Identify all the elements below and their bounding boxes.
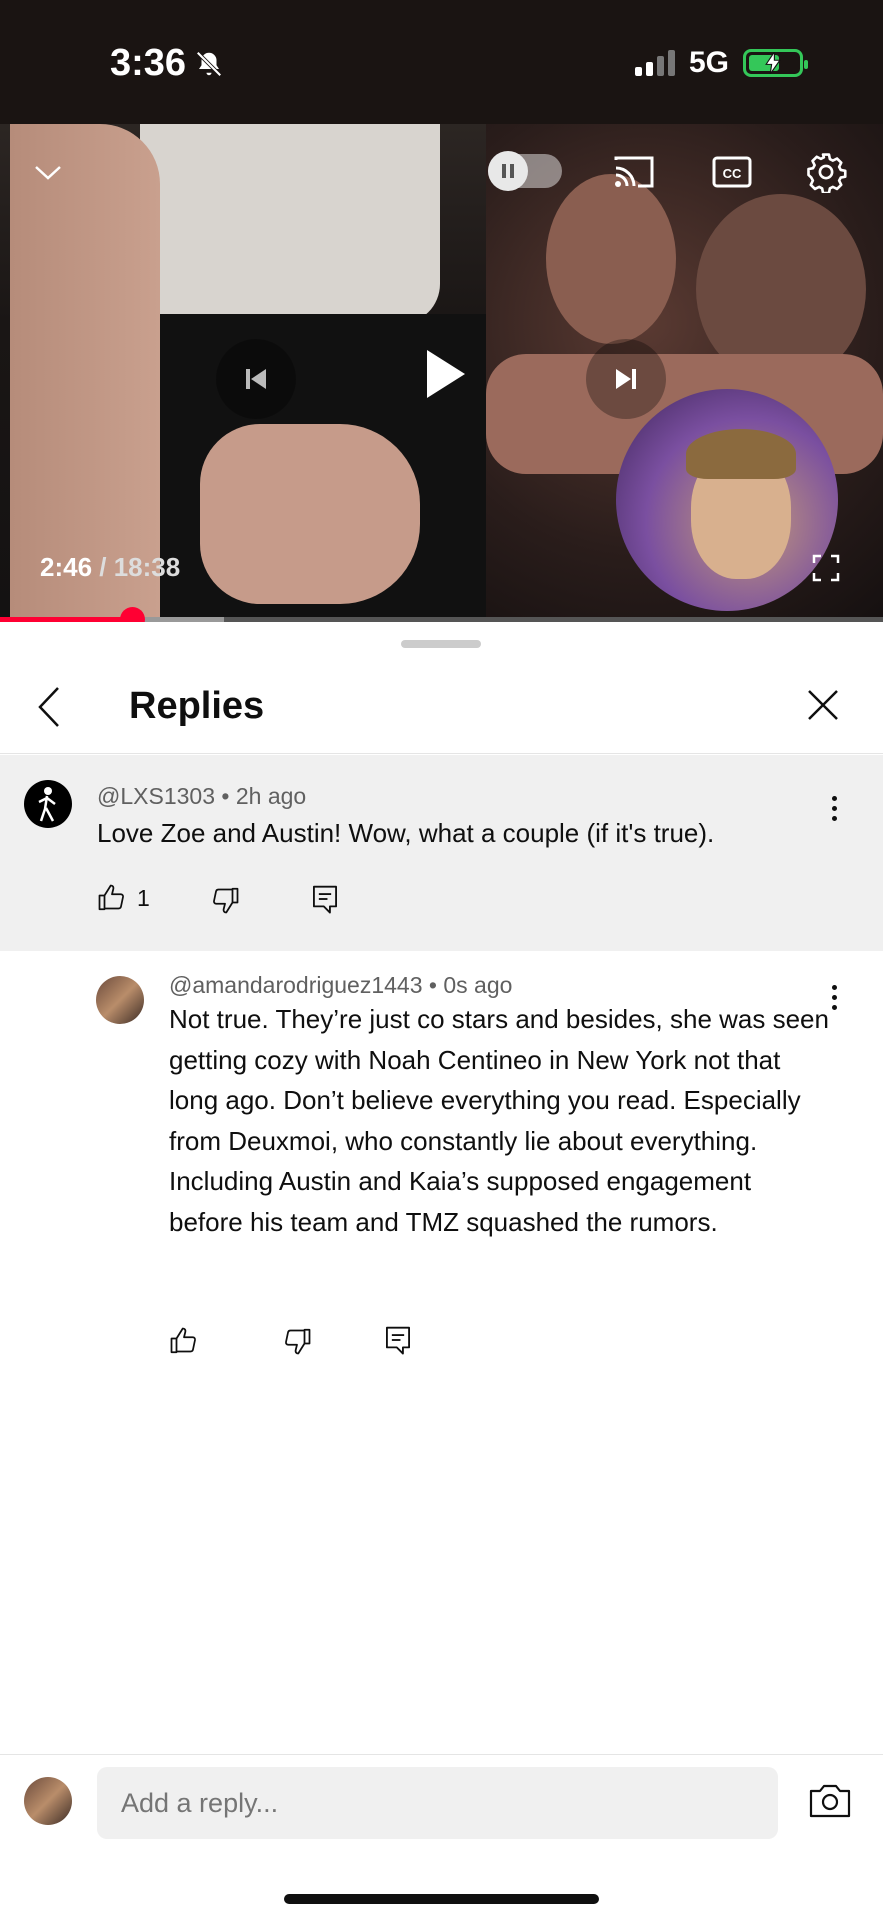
thumbs-down-icon	[285, 1328, 311, 1355]
comment-author[interactable]: @amandarodriguez1443	[169, 972, 423, 998]
play-icon	[427, 350, 465, 398]
reply-input[interactable]	[97, 1767, 778, 1839]
meta-dot: •	[221, 783, 236, 809]
signal-icon	[634, 50, 675, 76]
fullscreen-icon	[812, 554, 840, 582]
cc-icon: CC	[712, 156, 752, 188]
sheet-header: Replies	[0, 652, 883, 754]
fullscreen-button[interactable]	[808, 550, 844, 586]
thumbs-down-icon	[213, 887, 239, 914]
network-label: 5G	[688, 46, 729, 79]
avatar[interactable]	[24, 780, 72, 828]
status-time: 3:36	[110, 42, 187, 84]
more-vertical-icon	[831, 795, 837, 821]
svg-text:CC: CC	[723, 166, 742, 181]
skip-next-icon	[616, 369, 636, 389]
avatar	[24, 1777, 72, 1825]
dislike-button[interactable]	[210, 885, 240, 915]
camera-icon	[809, 1784, 851, 1818]
next-video-button[interactable]	[586, 339, 666, 419]
comment-text: Love Zoe and Austin! Wow, what a couple …	[97, 818, 715, 848]
reply-button[interactable]	[383, 1324, 413, 1356]
cast-button[interactable]	[610, 148, 658, 196]
time-separator: /	[92, 552, 114, 582]
close-button[interactable]	[806, 688, 846, 728]
drag-handle[interactable]	[401, 640, 481, 648]
home-indicator[interactable]	[284, 1894, 599, 1904]
thumbs-up-icon	[170, 1327, 196, 1354]
camera-button[interactable]	[808, 1783, 852, 1823]
dislike-button[interactable]	[282, 1326, 312, 1356]
total-time: 18:38	[113, 552, 181, 582]
meta-dot: •	[428, 972, 444, 998]
reply-bar	[0, 1754, 883, 1854]
like-button[interactable]: 1	[97, 883, 150, 913]
close-icon	[808, 690, 838, 720]
comment-time: 2h ago	[235, 783, 307, 809]
back-button[interactable]	[36, 682, 76, 732]
comment-more-button[interactable]	[819, 977, 849, 1017]
status-bar: 3:36 5G	[0, 0, 883, 124]
comment-icon	[386, 1326, 410, 1355]
previous-video-button[interactable]	[216, 339, 296, 419]
autoplay-toggle[interactable]	[488, 151, 562, 191]
current-time: 2:46	[40, 552, 93, 582]
bell-muted-icon	[196, 50, 222, 77]
collapse-button[interactable]	[28, 152, 68, 192]
reply-button[interactable]	[310, 883, 340, 915]
replies-sheet: Replies @LXS1303 • 2h ago Love Zoe and A…	[0, 622, 883, 1920]
time-display: 2:46 / 18:38	[40, 552, 180, 583]
creator-pip-video	[616, 389, 838, 611]
pause-icon	[488, 151, 528, 191]
comment-icon	[313, 885, 337, 914]
reply-comment: @amandarodriguez1443 • 0s ago Not true. …	[0, 951, 883, 1371]
sheet-title: Replies	[129, 685, 265, 727]
gear-icon	[807, 153, 847, 193]
comment-more-button[interactable]	[819, 788, 849, 828]
captions-button[interactable]: CC	[708, 148, 756, 196]
like-count: 1	[137, 884, 150, 911]
status-indicators: 5G	[634, 46, 808, 80]
comment-meta: @LXS1303 • 2h ago	[97, 783, 306, 810]
parent-comment: @LXS1303 • 2h ago Love Zoe and Austin! W…	[0, 755, 883, 951]
avatar[interactable]	[96, 976, 144, 1024]
chevron-left-icon	[38, 687, 59, 727]
more-vertical-icon	[831, 984, 837, 1010]
play-button[interactable]	[405, 324, 485, 424]
comment-author[interactable]: @LXS1303	[97, 783, 215, 809]
comment-meta: @amandarodriguez1443 • 0s ago	[169, 972, 512, 999]
skip-previous-icon	[246, 369, 266, 389]
like-button[interactable]	[169, 1326, 199, 1356]
status-time-group: 3:36	[110, 42, 224, 85]
video-player[interactable]: CC 2:46 / 18:38	[0, 124, 883, 620]
comment-text: Not true. They’re just co stars and besi…	[169, 1004, 829, 1237]
chevron-down-icon	[35, 166, 61, 180]
cast-icon	[614, 156, 654, 188]
battery-charging-icon	[743, 49, 808, 77]
thumbs-up-icon	[98, 884, 124, 911]
comment-time: 0s ago	[443, 972, 513, 998]
settings-button[interactable]	[800, 146, 852, 198]
